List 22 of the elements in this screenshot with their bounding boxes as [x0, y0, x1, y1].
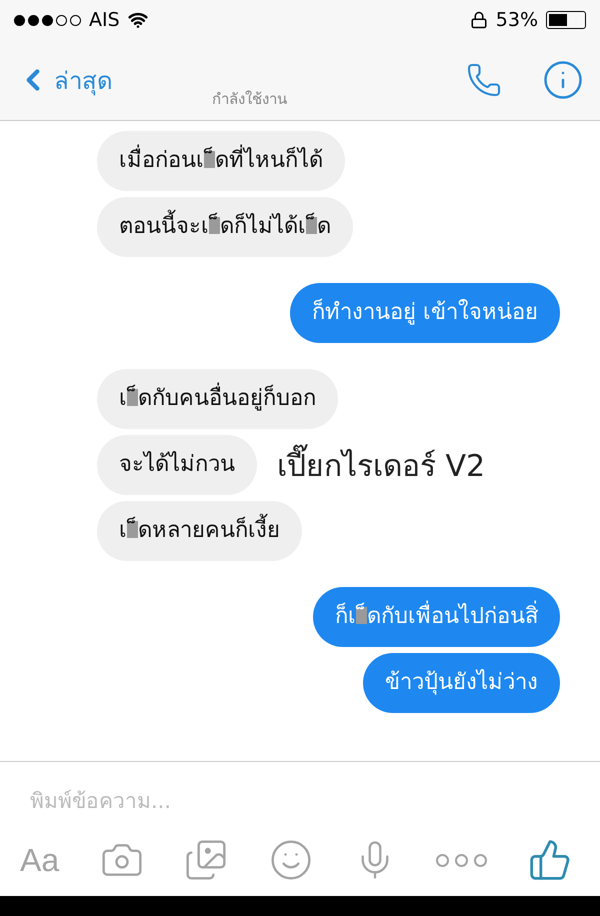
overlay-caption: เปี๊ยกไรเดอร์ V2 — [277, 442, 486, 488]
text-format-button[interactable]: Aa — [20, 842, 60, 878]
photos-icon[interactable] — [184, 838, 228, 882]
back-button[interactable]: ล่าสุด — [16, 60, 113, 100]
rotation-lock-icon — [470, 11, 488, 29]
message-bubble: เมื่อก่อนเ ็ดที่ไหนก็ได้ — [97, 131, 345, 191]
message-bubble: ข้าวปุ้นยังไม่ว่าง — [363, 653, 560, 713]
message-bubble: ก็ทำงานอยู่ เข้าใจหน่อย — [290, 283, 560, 343]
battery-percentage: 53% — [496, 9, 538, 31]
message-bubble: เ ็ดหลายคนก็เงี้ย — [97, 501, 302, 561]
thumbs-up-icon[interactable] — [528, 838, 572, 882]
message-bubble: ตอนนี้จะเ ็ดก็ไม่ได้เ ็ด — [97, 197, 353, 257]
wifi-icon — [128, 10, 148, 30]
message-bubble: ก็เ ็ดกับเพื่อนไปก่อนสิ่ — [313, 587, 560, 647]
smiley-icon[interactable] — [269, 838, 314, 882]
message-bubble: เ ็ดกับคนอื่นอยู่ก็บอก — [97, 369, 338, 429]
message-bubble: จะได้ไม่กวน — [97, 435, 257, 495]
signal-strength-icon — [14, 14, 81, 26]
battery-icon — [546, 11, 586, 29]
active-status: กำลังใช้งาน — [211, 89, 288, 110]
more-icon[interactable] — [436, 854, 488, 866]
carrier-name: AIS — [89, 9, 120, 31]
